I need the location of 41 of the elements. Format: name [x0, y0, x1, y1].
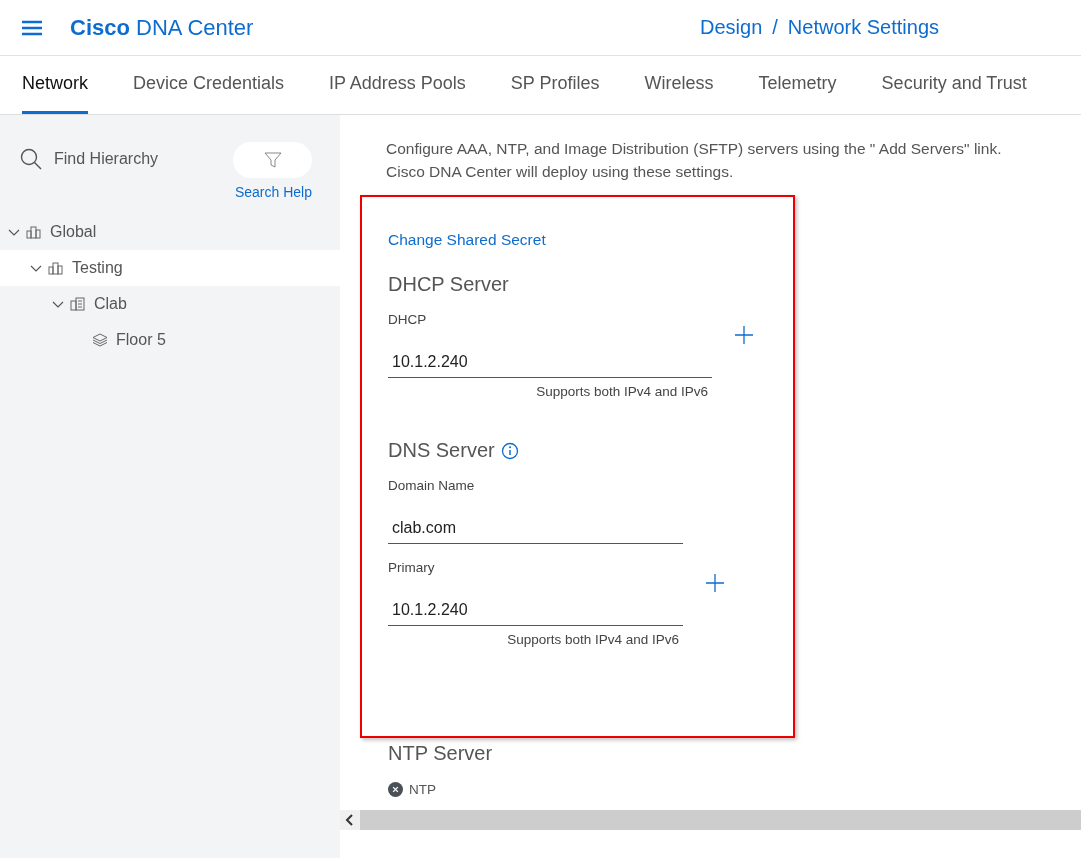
buildings-icon [26, 225, 42, 239]
filter-icon [263, 151, 282, 169]
field-label: Domain Name [388, 478, 476, 493]
tree-item[interactable]: Clab [0, 286, 340, 322]
search-icon [20, 148, 42, 170]
info-icon[interactable] [500, 441, 519, 460]
tab[interactable]: Telemetry [758, 56, 837, 114]
breadcrumb-separator: / [772, 16, 778, 39]
tree-item[interactable]: Testing [0, 250, 340, 286]
description-text: Configure AAA, NTP, and Image Distribution (SFTP) servers using the " Add Servers" link. [386, 139, 1003, 159]
layers-icon [92, 333, 108, 347]
field-hint: Supports both IPv4 and IPv6 [507, 632, 679, 647]
tab[interactable]: IP Address Pools [329, 56, 466, 114]
field-hint: Supports both IPv4 and IPv6 [536, 384, 708, 399]
add-icon[interactable] [734, 325, 754, 345]
tab[interactable]: Wireless [644, 56, 714, 114]
buildings-icon [48, 261, 64, 275]
horizontal-scrollbar[interactable] [340, 810, 1081, 830]
tab[interactable]: SP Profiles [510, 56, 600, 114]
tree-item[interactable]: Floor 5 [0, 322, 340, 358]
search-field[interactable]: Find Hierarchy [52, 149, 206, 169]
search-help-link[interactable]: Search Help [234, 184, 312, 200]
product-title: Cisco DNA Center [70, 14, 255, 41]
add-icon[interactable] [705, 573, 725, 593]
description-text: Cisco DNA Center will deploy using these settings. [386, 162, 735, 182]
chip-label: NTP [409, 782, 436, 797]
scroll-left-icon[interactable] [340, 810, 360, 830]
breadcrumb-link[interactable]: Network Settings [787, 16, 939, 39]
remove-icon[interactable] [388, 782, 403, 797]
change-secret-link[interactable]: Change Shared Secret [388, 231, 546, 249]
tree-item[interactable]: Global [0, 214, 340, 250]
building-icon [70, 297, 86, 311]
section-title: DNS Server [388, 439, 495, 462]
section-title: NTP Server [388, 742, 494, 765]
field-label: DHCP [388, 312, 428, 327]
section-title: DHCP Server [388, 273, 509, 296]
tab[interactable]: Device Credentials [133, 56, 285, 114]
tab[interactable]: Security and Trust [881, 56, 1027, 114]
breadcrumb-link[interactable]: Design [700, 16, 763, 39]
field-label: Primary [388, 560, 436, 575]
menu-icon[interactable] [22, 19, 42, 36]
